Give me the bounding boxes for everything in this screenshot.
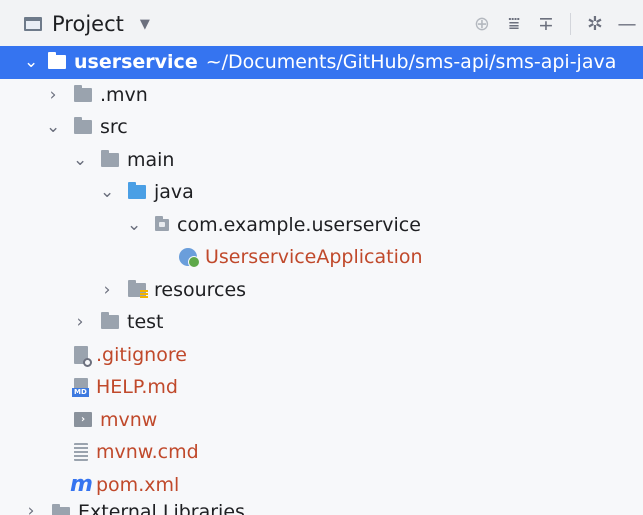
collapse-all-icon[interactable]: ∓ [530,10,562,38]
tree-node-label: java [154,181,194,204]
module-folder-icon [48,52,66,70]
folder-icon [101,312,119,330]
terminal-file-icon: › [74,412,92,428]
tree-node-external-libraries[interactable]: › External Libraries [0,501,643,515]
chevron-down-icon[interactable]: ⌄ [73,150,87,170]
tree-node-label: userservice [74,51,198,74]
spring-boot-class-icon [179,248,200,269]
tree-node-help-md[interactable]: MD HELP.md [0,371,643,404]
chevron-right-icon[interactable]: › [24,501,38,515]
markdown-file-icon: MD [72,378,89,398]
project-view-selector[interactable]: Project ▼ [24,10,150,38]
chevron-right-icon[interactable]: › [73,312,87,332]
tree-node-mvnw-cmd[interactable]: mvnw.cmd [0,436,643,469]
tree-node-package[interactable]: ⌄ com.example.userservice [0,209,643,242]
locate-icon[interactable]: ⊕ [466,10,498,38]
header-toolbar: ⊕ ⩸ ∓ ✲ — [466,10,643,38]
tree-node-label: main [127,148,175,171]
tree-node-userservice[interactable]: ⌄ userservice ~/Documents/GitHub/sms-api… [0,46,643,79]
project-tree: ⌄ userservice ~/Documents/GitHub/sms-api… [0,46,643,515]
tree-node-resources[interactable]: › resources [0,274,643,307]
tree-node-label: mvnw [100,408,158,431]
expand-all-icon[interactable]: ⩸ [498,10,530,38]
tree-node-label: resources [154,278,247,301]
resources-folder-icon [128,279,148,299]
tree-node-java[interactable]: ⌄ java [0,176,643,209]
chevron-down-icon[interactable]: ⌄ [24,52,38,72]
tree-node-src[interactable]: ⌄ src [0,111,643,144]
ignore-file-icon [74,345,92,367]
chevron-down-icon[interactable]: ⌄ [46,117,60,137]
tree-node-label: .mvn [100,83,148,106]
gear-icon[interactable]: ✲ [579,10,611,38]
maven-icon: m [70,471,93,497]
tree-node-mvn[interactable]: › .mvn [0,79,643,112]
chevron-right-icon[interactable]: › [100,280,114,300]
project-window-icon [24,17,42,31]
project-view-title: Project [52,12,124,36]
tree-node-label: External Libraries [78,501,245,515]
chevron-down-icon[interactable]: ⌄ [100,182,114,202]
project-tool-window-header: Project ▼ ⊕ ⩸ ∓ ✲ — [0,0,643,46]
tree-node-label: HELP.md [96,376,178,399]
chevron-down-icon[interactable]: ⌄ [127,215,141,235]
library-icon [52,504,70,515]
toolbar-divider [570,13,571,35]
tree-node-label: com.example.userservice [177,213,421,236]
folder-icon [74,117,92,135]
text-file-icon [74,443,88,462]
tree-node-label: test [127,311,164,334]
tree-node-label: .gitignore [96,343,187,366]
tree-node-label: mvnw.cmd [96,441,199,464]
chevron-right-icon[interactable]: › [46,85,60,105]
chevron-down-icon: ▼ [139,16,150,32]
source-folder-icon [128,182,146,200]
tree-node-label: UserserviceApplication [205,246,423,269]
package-icon [155,215,169,231]
tree-node-label: src [100,116,128,139]
module-path: ~/Documents/GitHub/sms-api/sms-api-java [205,51,617,74]
tree-node-userservice-application[interactable]: UserserviceApplication [0,241,643,274]
folder-icon [101,149,119,167]
folder-icon [74,84,92,102]
tree-node-main[interactable]: ⌄ main [0,144,643,177]
tree-node-pom-xml[interactable]: m pom.xml [0,469,643,502]
tree-node-gitignore[interactable]: .gitignore [0,339,643,372]
hide-icon[interactable]: — [611,10,643,38]
tree-node-mvnw[interactable]: › mvnw [0,404,643,437]
tree-node-label: pom.xml [96,473,180,496]
tree-node-test[interactable]: › test [0,306,643,339]
